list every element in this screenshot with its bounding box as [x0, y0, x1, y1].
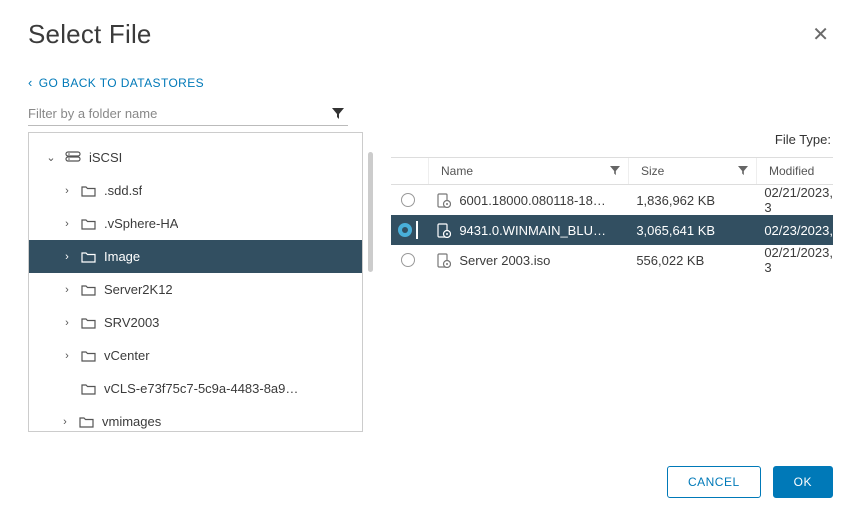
file-modified: 02/21/2023, 3: [752, 185, 833, 215]
file-size: 556,022 KB: [624, 253, 752, 268]
table-row[interactable]: Server 2003.iso 556,022 KB 02/21/2023, 3: [391, 245, 833, 275]
file-name: 9431.0.WINMAIN_BLU…: [459, 223, 606, 238]
file-name: Server 2003.iso: [459, 253, 550, 268]
tree-item-vmimages[interactable]: › vmimages: [29, 405, 362, 432]
filter-icon[interactable]: [738, 166, 748, 176]
chevron-right-icon[interactable]: ›: [57, 416, 73, 428]
chevron-right-icon[interactable]: ›: [59, 284, 75, 296]
dialog-title: Select File: [28, 19, 152, 50]
file-type-label: File Type:: [391, 132, 833, 157]
chevron-right-icon[interactable]: ›: [59, 350, 75, 362]
column-header-size[interactable]: Size: [629, 158, 757, 184]
table-row[interactable]: 6001.18000.080118-18… 1,836,962 KB 02/21…: [391, 185, 833, 215]
tree-label: .vSphere-HA: [104, 216, 178, 231]
chevron-right-icon[interactable]: ›: [59, 185, 75, 197]
column-header-modified[interactable]: Modified: [757, 158, 833, 184]
tree-label: Server2K12: [104, 282, 173, 297]
tree-item-iscsi[interactable]: ⌄ iSCSI: [29, 141, 362, 174]
folder-filter-input[interactable]: [28, 106, 328, 121]
folder-icon: [81, 251, 96, 263]
tree-label: Image: [104, 249, 140, 264]
tree-label: vmimages: [102, 414, 161, 429]
file-modified: 02/21/2023, 3: [752, 245, 833, 275]
tree-item[interactable]: › .vSphere-HA: [29, 207, 362, 240]
cancel-button[interactable]: CANCEL: [667, 466, 761, 498]
file-table: Name Size Modified 6001.18000: [391, 157, 833, 275]
filter-icon[interactable]: [328, 108, 348, 120]
folder-icon: [81, 383, 96, 395]
file-modified: 02/23/2023,: [752, 223, 833, 238]
folder-icon: [81, 317, 96, 329]
file-size: 3,065,641 KB: [624, 223, 752, 238]
row-radio[interactable]: [401, 253, 415, 267]
tree-item[interactable]: › vCenter: [29, 339, 362, 372]
iso-file-icon: [436, 223, 451, 238]
close-icon[interactable]: ✕: [808, 18, 833, 51]
chevron-right-icon[interactable]: ›: [59, 317, 75, 329]
tree-label: .sdd.sf: [104, 183, 142, 198]
tree-label: vCenter: [104, 348, 150, 363]
folder-icon: [81, 284, 96, 296]
tree-item[interactable]: › vCLS-e73f75c7-5c9a-4483-8a9…: [29, 372, 362, 405]
folder-icon: [81, 185, 96, 197]
iso-file-icon: [436, 253, 451, 268]
folder-icon: [81, 218, 96, 230]
chevron-down-icon[interactable]: ⌄: [43, 151, 59, 164]
tree-label: vCLS-e73f75c7-5c9a-4483-8a9…: [104, 381, 298, 396]
tree-label: SRV2003: [104, 315, 159, 330]
column-header-name[interactable]: Name: [429, 158, 629, 184]
go-back-link[interactable]: ‹ GO BACK TO DATASTORES: [28, 75, 833, 90]
file-size: 1,836,962 KB: [624, 193, 752, 208]
tree-label: iSCSI: [89, 150, 122, 165]
row-radio[interactable]: [398, 223, 412, 237]
table-row[interactable]: 9431.0.WINMAIN_BLU… 3,065,641 KB 02/23/2…: [391, 215, 833, 245]
iso-file-icon: [436, 193, 451, 208]
folder-icon: [79, 416, 94, 428]
chevron-left-icon: ‹: [28, 75, 33, 90]
tree-item[interactable]: › .sdd.sf: [29, 174, 362, 207]
filter-icon[interactable]: [610, 166, 620, 176]
folder-icon: [81, 350, 96, 362]
file-name: 6001.18000.080118-18…: [459, 193, 606, 208]
ok-button[interactable]: OK: [773, 466, 833, 498]
row-radio[interactable]: [401, 193, 415, 207]
scrollbar[interactable]: [368, 152, 373, 272]
chevron-right-icon[interactable]: ›: [59, 251, 75, 263]
go-back-label: GO BACK TO DATASTORES: [39, 76, 204, 90]
tree-item-image[interactable]: › Image: [29, 240, 362, 273]
chevron-right-icon[interactable]: ›: [59, 218, 75, 230]
datastore-icon: [65, 151, 81, 165]
tree-item[interactable]: › SRV2003: [29, 306, 362, 339]
tree-item[interactable]: › Server2K12: [29, 273, 362, 306]
folder-tree[interactable]: ⌄ iSCSI › .sdd.sf › .vSphere-HA: [28, 132, 363, 432]
